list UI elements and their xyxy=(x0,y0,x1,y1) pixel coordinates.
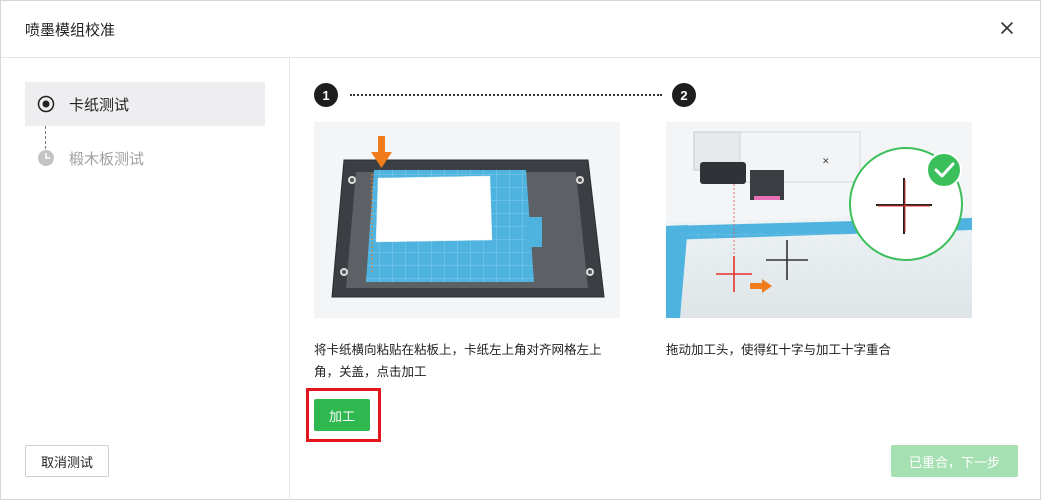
process-button[interactable]: 加工 xyxy=(314,399,370,431)
sidebar-step-label: 卡纸测试 xyxy=(69,95,130,114)
step-1-description: 将卡纸横向粘贴在粘板上，卡纸左上角对齐网格左上角，关盖，点击加工 xyxy=(314,342,602,379)
dialog-title: 喷墨模组校准 xyxy=(25,21,116,39)
step-dotted-connector xyxy=(350,94,662,96)
sidebar-step-basswood-test: 椴木板测试 xyxy=(25,136,265,180)
machine-bed-image xyxy=(331,136,605,298)
aligned-next-button[interactable]: 已重合，下一步 xyxy=(891,445,1018,477)
cancel-test-button[interactable]: 取消测试 xyxy=(25,445,109,477)
step-number-1: 1 xyxy=(314,83,338,107)
alignment-illustration: ✕ xyxy=(666,122,972,318)
close-icon[interactable] xyxy=(996,17,1018,39)
steps-sidebar: 卡纸测试 椴木板测试 取消测试 xyxy=(1,58,290,500)
step-2-description: 拖动加工头，使得红十字与加工十字重合 xyxy=(666,342,892,357)
step-number-2: 2 xyxy=(672,83,696,107)
radio-selected-icon xyxy=(37,95,55,113)
sidebar-step-card-test[interactable]: 卡纸测试 xyxy=(25,82,265,126)
card-placement-illustration xyxy=(314,122,620,318)
clock-icon xyxy=(38,150,54,166)
svg-text:✕: ✕ xyxy=(822,157,830,167)
dialog-header: 喷墨模组校准 xyxy=(1,1,1040,58)
calibration-dialog: 喷墨模组校准 卡纸测试 椴木板测试 取消测试 1 2 ✕ 将卡纸横向粘贴在粘板上… xyxy=(0,0,1041,500)
main-content: 1 2 ✕ 将卡纸横向粘贴在粘板上，卡纸左上角对齐网格左上角，关盖，点击加工 拖… xyxy=(291,58,1041,500)
print-head-image: ✕ xyxy=(666,131,972,318)
sidebar-step-label: 椴木板测试 xyxy=(69,149,145,168)
